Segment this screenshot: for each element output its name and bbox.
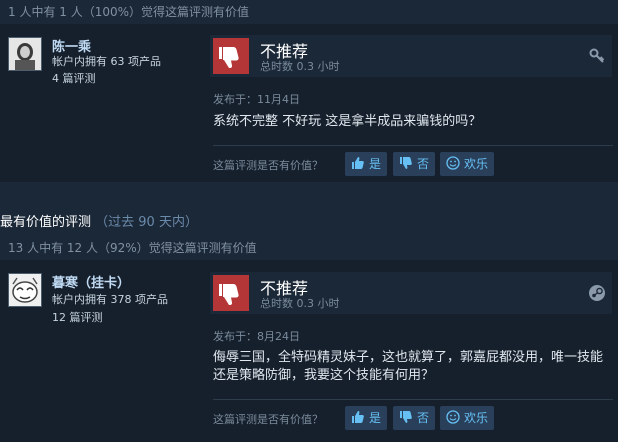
smiley-icon — [446, 410, 460, 424]
vote-yes-button[interactable]: 是 — [345, 152, 387, 176]
posted-date: 发布于：11月4日 — [213, 93, 300, 106]
review-text: 侮辱三国，全特码精灵妹子，这也就算了，郭嘉屁都没用，唯一技能还是策略防御，我要这… — [213, 350, 604, 383]
thumbs-down-small-icon — [400, 411, 412, 423]
section-title: 最有价值的评测 （过去 90 天内） — [0, 211, 198, 230]
vote-funny-label: 欢乐 — [464, 157, 489, 171]
vote-yes-label: 是 — [369, 157, 382, 171]
vote-funny-button[interactable]: 欢乐 — [440, 406, 494, 430]
vote-header[interactable]: 不推荐 总时数 0.3 小时 — [210, 35, 612, 77]
products-owned[interactable]: 帐户内拥有 378 项产品 — [52, 291, 168, 307]
review-count[interactable]: 4 篇评测 — [52, 70, 96, 86]
review-count[interactable]: 12 篇评测 — [52, 309, 103, 325]
posted-date: 发布于：8月24日 — [213, 330, 300, 343]
vote-funny-button[interactable]: 欢乐 — [440, 152, 494, 176]
divider — [213, 145, 613, 146]
vote-header[interactable]: 不推荐 总时数 0.3 小时 — [210, 272, 612, 314]
playtime: 总时数 0.3 小时 — [260, 297, 340, 310]
vote-no-button[interactable]: 否 — [393, 406, 435, 430]
section-title-range: （过去 90 天内） — [95, 215, 198, 230]
thumbs-up-icon — [352, 157, 364, 169]
playtime: 总时数 0.3 小时 — [260, 60, 340, 73]
review-card: 13 人中有 12 人（92%）觉得这篇评测有价值 暮寒（挂卡） 帐户内拥有 3… — [0, 236, 618, 442]
thumbs-down-small-icon — [400, 157, 412, 169]
avatar[interactable] — [8, 273, 42, 307]
thumbs-up-icon — [352, 411, 364, 423]
key-icon — [588, 47, 606, 65]
vote-no-label: 否 — [417, 411, 430, 425]
vote-question: 这篇评测是否有价值？ — [213, 413, 323, 426]
review-text: 系统不完整 不好玩 这是拿半成品来骗钱的吗？ — [213, 114, 482, 129]
author-name[interactable]: 暮寒（挂卡） — [52, 272, 130, 291]
helpful-count: 1 人中有 1 人（100%）觉得这篇评测有价值 — [0, 0, 618, 24]
vote-no-button[interactable]: 否 — [393, 152, 435, 176]
thumbs-down-icon — [213, 275, 249, 311]
vote-no-label: 否 — [417, 157, 430, 171]
section-title-main: 最有价值的评测 — [0, 215, 92, 230]
avatar[interactable] — [8, 37, 42, 71]
vote-question: 这篇评测是否有价值？ — [213, 159, 323, 172]
steam-icon — [588, 284, 606, 302]
smiley-icon — [446, 156, 460, 170]
vote-yes-button[interactable]: 是 — [345, 406, 387, 430]
review-card: 1 人中有 1 人（100%）觉得这篇评测有价值 陈一乘 帐户内拥有 63 项产… — [0, 0, 618, 182]
vote-funny-label: 欢乐 — [464, 411, 489, 425]
products-owned[interactable]: 帐户内拥有 63 项产品 — [52, 53, 161, 69]
thumbs-down-icon — [213, 38, 249, 74]
divider — [213, 399, 613, 400]
helpful-count: 13 人中有 12 人（92%）觉得这篇评测有价值 — [0, 236, 618, 260]
vote-yes-label: 是 — [369, 411, 382, 425]
